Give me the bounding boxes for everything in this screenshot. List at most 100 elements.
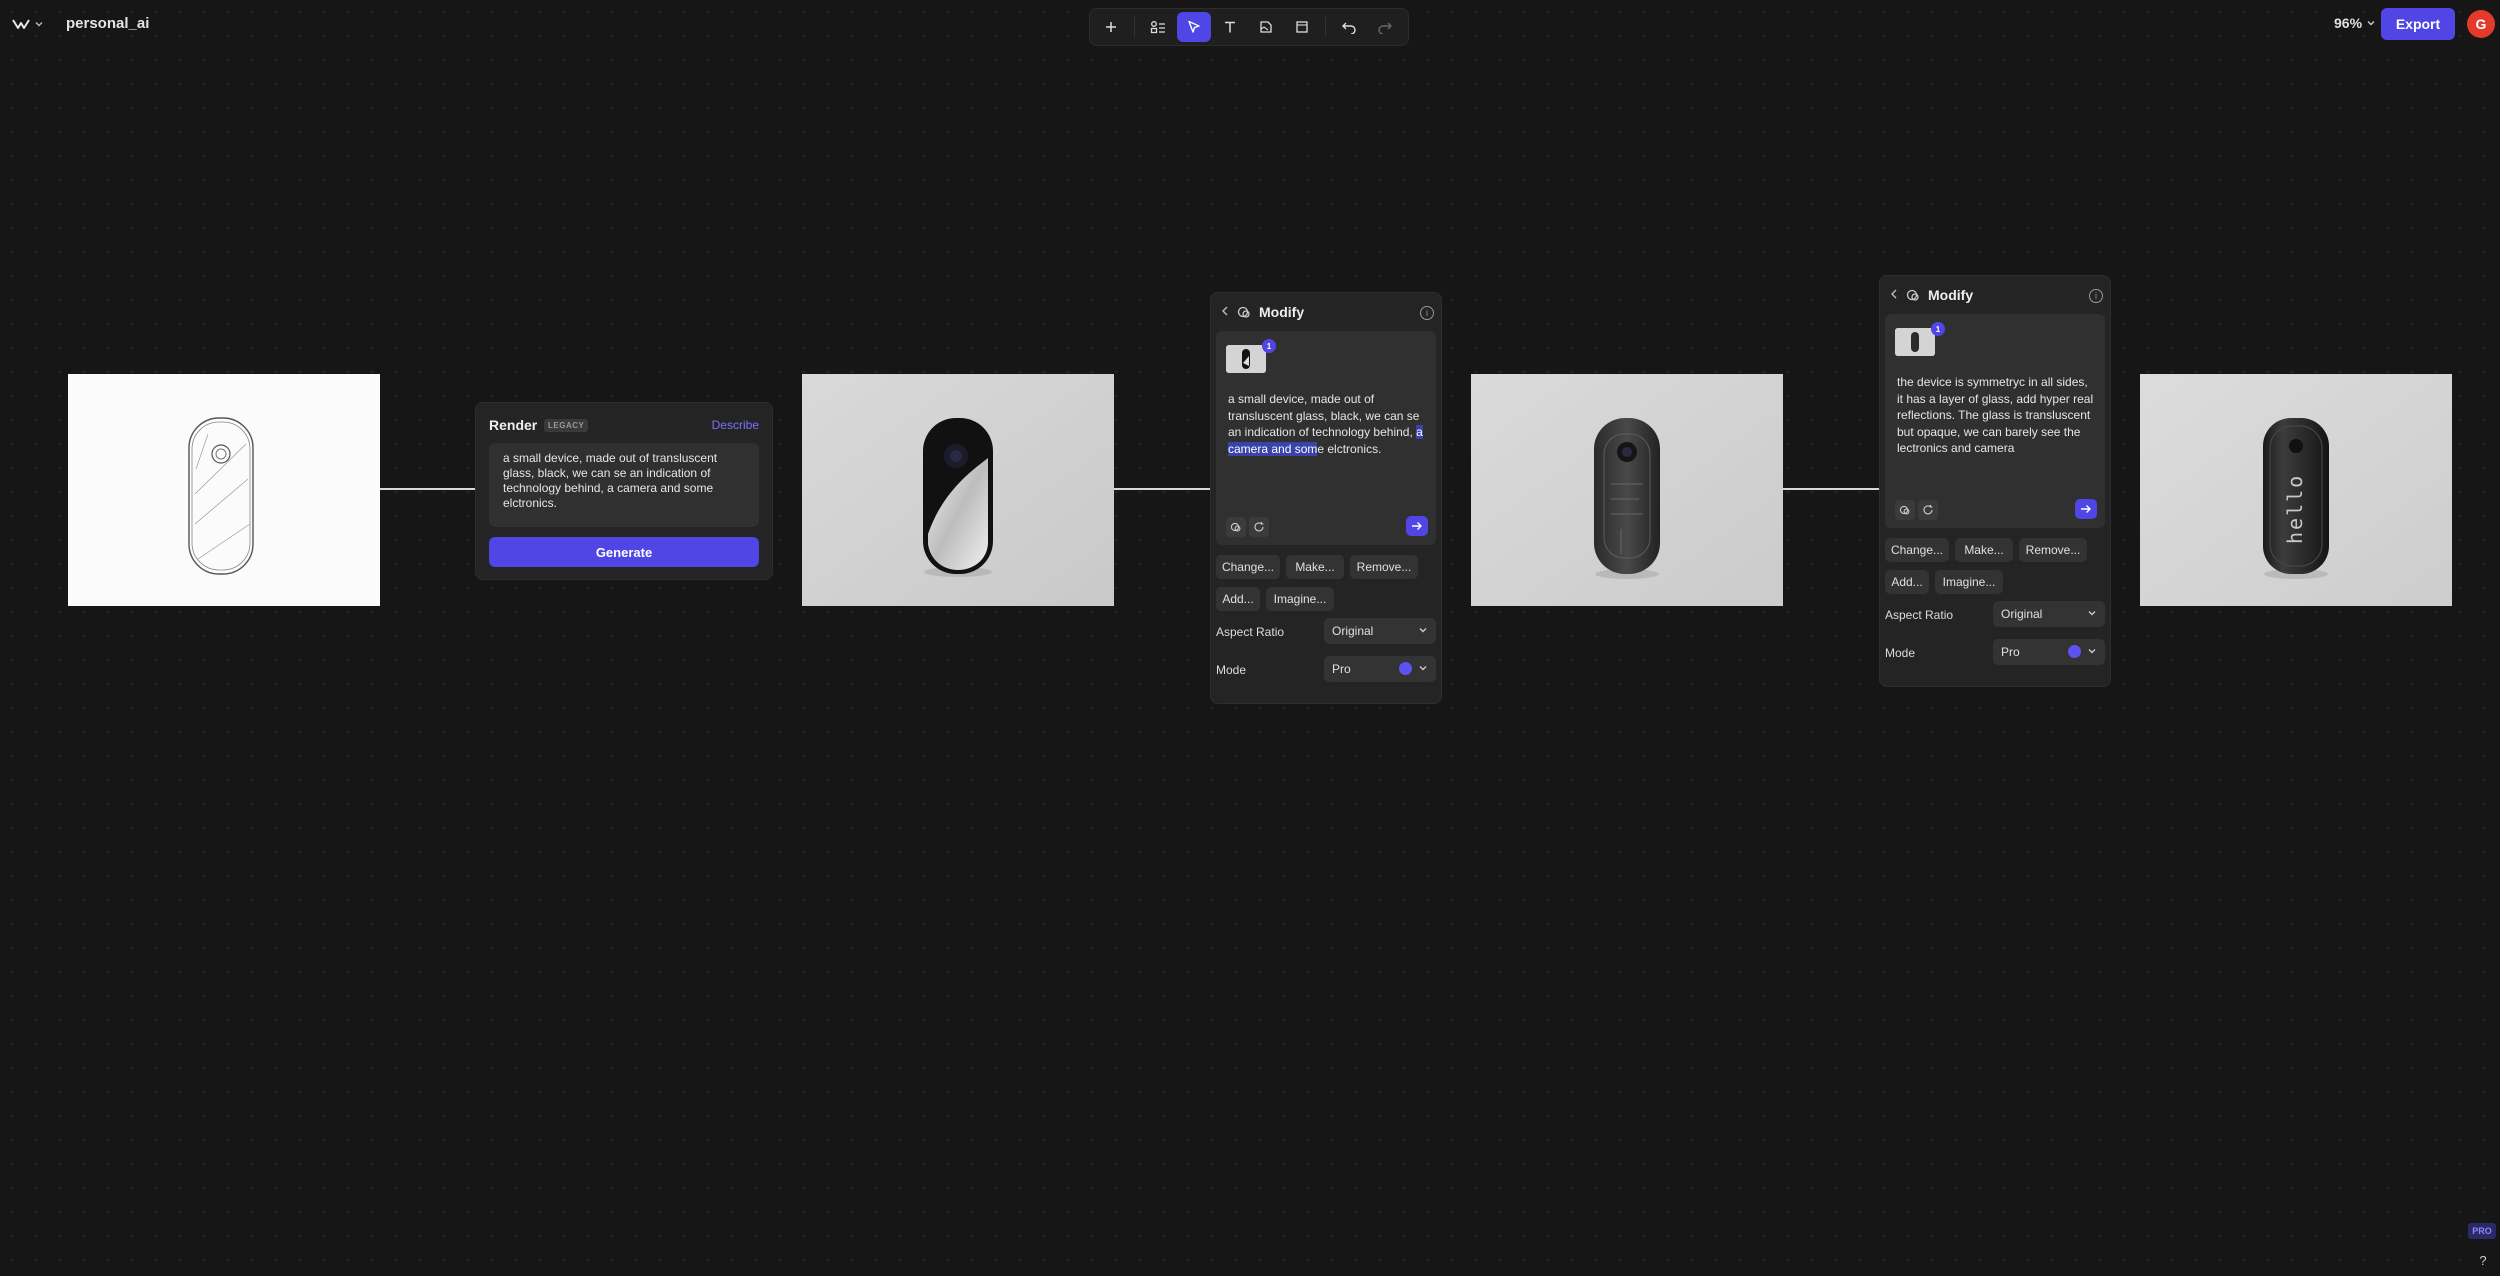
back-button[interactable] (1887, 286, 1901, 302)
zoom-control[interactable]: 96% (2334, 15, 2376, 31)
render-image-3[interactable]: hello (2140, 374, 2452, 606)
text-tool[interactable] (1213, 12, 1247, 42)
toolbar-divider (1325, 17, 1326, 37)
back-button[interactable] (1218, 303, 1232, 319)
mode-label: Mode (1216, 663, 1247, 677)
thumbnail-graphic (1226, 345, 1266, 373)
prompt-text: e elctronics. (1317, 441, 1382, 456)
logo-menu-button[interactable] (4, 10, 52, 38)
info-icon[interactable]: i (2089, 289, 2103, 303)
undo-button[interactable] (1332, 12, 1366, 42)
sketch-image[interactable] (68, 374, 380, 606)
modify-title: Modify (1928, 287, 1974, 303)
connector-line (1783, 488, 1879, 490)
cursor-icon (1188, 20, 1200, 33)
info-icon[interactable]: i (1420, 306, 1434, 320)
render-image-3-graphic: hello (2140, 374, 2452, 606)
add-tool[interactable] (1094, 12, 1128, 42)
prompt-text: a small device, made out of transluscent… (1228, 392, 1420, 439)
back-icon (1222, 306, 1228, 316)
avatar[interactable]: G (2467, 10, 2495, 38)
remove-chip[interactable]: Remove... (2019, 538, 2087, 562)
thumbnail-graphic (1895, 328, 1935, 356)
send-icon (1412, 522, 1422, 530)
legacy-badge: LEGACY (544, 419, 589, 432)
chevron-down-icon (2088, 649, 2096, 654)
modify-icon (1230, 522, 1241, 532)
change-chip[interactable]: Change... (1885, 538, 1949, 562)
render-title: Render (489, 417, 538, 433)
text-icon (1225, 21, 1235, 33)
remove-chip[interactable]: Remove... (1350, 555, 1418, 579)
redo-button[interactable] (1368, 12, 1402, 42)
reference-button[interactable] (1226, 517, 1246, 537)
render-image-2[interactable] (1471, 374, 1783, 606)
add-chip[interactable]: Add... (1885, 570, 1929, 594)
render-prompt-input[interactable]: a small device, made out of transluscent… (489, 443, 759, 527)
select-tool[interactable] (1177, 12, 1211, 42)
connector-line (380, 488, 476, 490)
reference-thumbnail[interactable] (1895, 328, 1935, 356)
render-image-2-graphic (1471, 374, 1783, 606)
aspect-ratio-value: Original (1332, 624, 1374, 638)
components-icon (1150, 21, 1165, 34)
make-chip[interactable]: Make... (1955, 538, 2013, 562)
export-button[interactable]: Export (2381, 8, 2455, 40)
project-name[interactable]: personal_ai (66, 15, 149, 32)
zoom-value: 96% (2334, 15, 2363, 31)
mode-value: Pro (1332, 662, 1351, 676)
device-screen-text: hello (2283, 474, 2307, 544)
help-button[interactable]: ? (2476, 1252, 2490, 1268)
aspect-ratio-select[interactable]: Original (1324, 618, 1436, 644)
reference-button[interactable] (1895, 500, 1915, 520)
components-tool[interactable] (1141, 12, 1175, 42)
generate-button[interactable]: Generate (489, 537, 759, 567)
add-chip[interactable]: Add... (1216, 587, 1260, 611)
aspect-ratio-label: Aspect Ratio (1216, 625, 1285, 639)
modify-icon (1906, 289, 1919, 301)
modify-title: Modify (1259, 304, 1305, 320)
send-button[interactable] (1406, 516, 1428, 536)
thumbnail-count-badge: 1 (1931, 322, 1945, 336)
back-icon (1891, 289, 1897, 299)
change-chip[interactable]: Change... (1216, 555, 1280, 579)
mode-label: Mode (1885, 646, 1916, 660)
mode-select[interactable]: Pro (1324, 656, 1436, 682)
chevron-down-icon (2088, 611, 2096, 616)
modify-prompt-input[interactable]: the device is symmetryc in all sides, it… (1897, 374, 2097, 457)
refresh-button[interactable] (1249, 517, 1269, 537)
chevron-down-icon (35, 22, 43, 27)
modify-prompt-box: 1 the device is symmetryc in all sides, … (1885, 314, 2105, 528)
make-chip[interactable]: Make... (1286, 555, 1344, 579)
pro-badge[interactable]: PRO (2468, 1223, 2496, 1239)
pro-mode-icon (2068, 645, 2081, 658)
plus-icon (1106, 22, 1116, 32)
modify-panel-2: Modify i 1 the device is symmetryc in al… (1879, 275, 2111, 687)
chevron-down-icon (1419, 666, 1427, 671)
imagine-chip[interactable]: Imagine... (1266, 587, 1334, 611)
mode-select[interactable]: Pro (1993, 639, 2105, 665)
send-button[interactable] (2075, 499, 2097, 519)
render-image-1-graphic (802, 374, 1114, 606)
modify-prompt-box: 1 a small device, made out of translusce… (1216, 331, 1436, 545)
describe-link[interactable]: Describe (712, 418, 759, 432)
frame-tool[interactable] (1285, 12, 1319, 42)
render-panel: Render LEGACY Describe a small device, m… (475, 402, 773, 580)
imagine-chip[interactable]: Imagine... (1935, 570, 2003, 594)
file-icon (1260, 21, 1272, 33)
aspect-ratio-select[interactable]: Original (1993, 601, 2105, 627)
refresh-icon (1254, 522, 1264, 532)
file-tool[interactable] (1249, 12, 1283, 42)
chevron-down-icon (1419, 628, 1427, 633)
render-image-1[interactable] (802, 374, 1114, 606)
modify-panel-1: Modify i 1 a small device, made out of t… (1210, 292, 1442, 704)
send-icon (2081, 505, 2091, 513)
mode-value: Pro (2001, 645, 2020, 659)
refresh-button[interactable] (1918, 500, 1938, 520)
aspect-ratio-value: Original (2001, 607, 2043, 621)
reference-thumbnail[interactable] (1226, 345, 1266, 373)
modify-prompt-input[interactable]: a small device, made out of transluscent… (1228, 391, 1428, 457)
refresh-icon (1923, 505, 1933, 515)
frame-icon (1296, 21, 1308, 33)
undo-icon (1342, 22, 1356, 34)
